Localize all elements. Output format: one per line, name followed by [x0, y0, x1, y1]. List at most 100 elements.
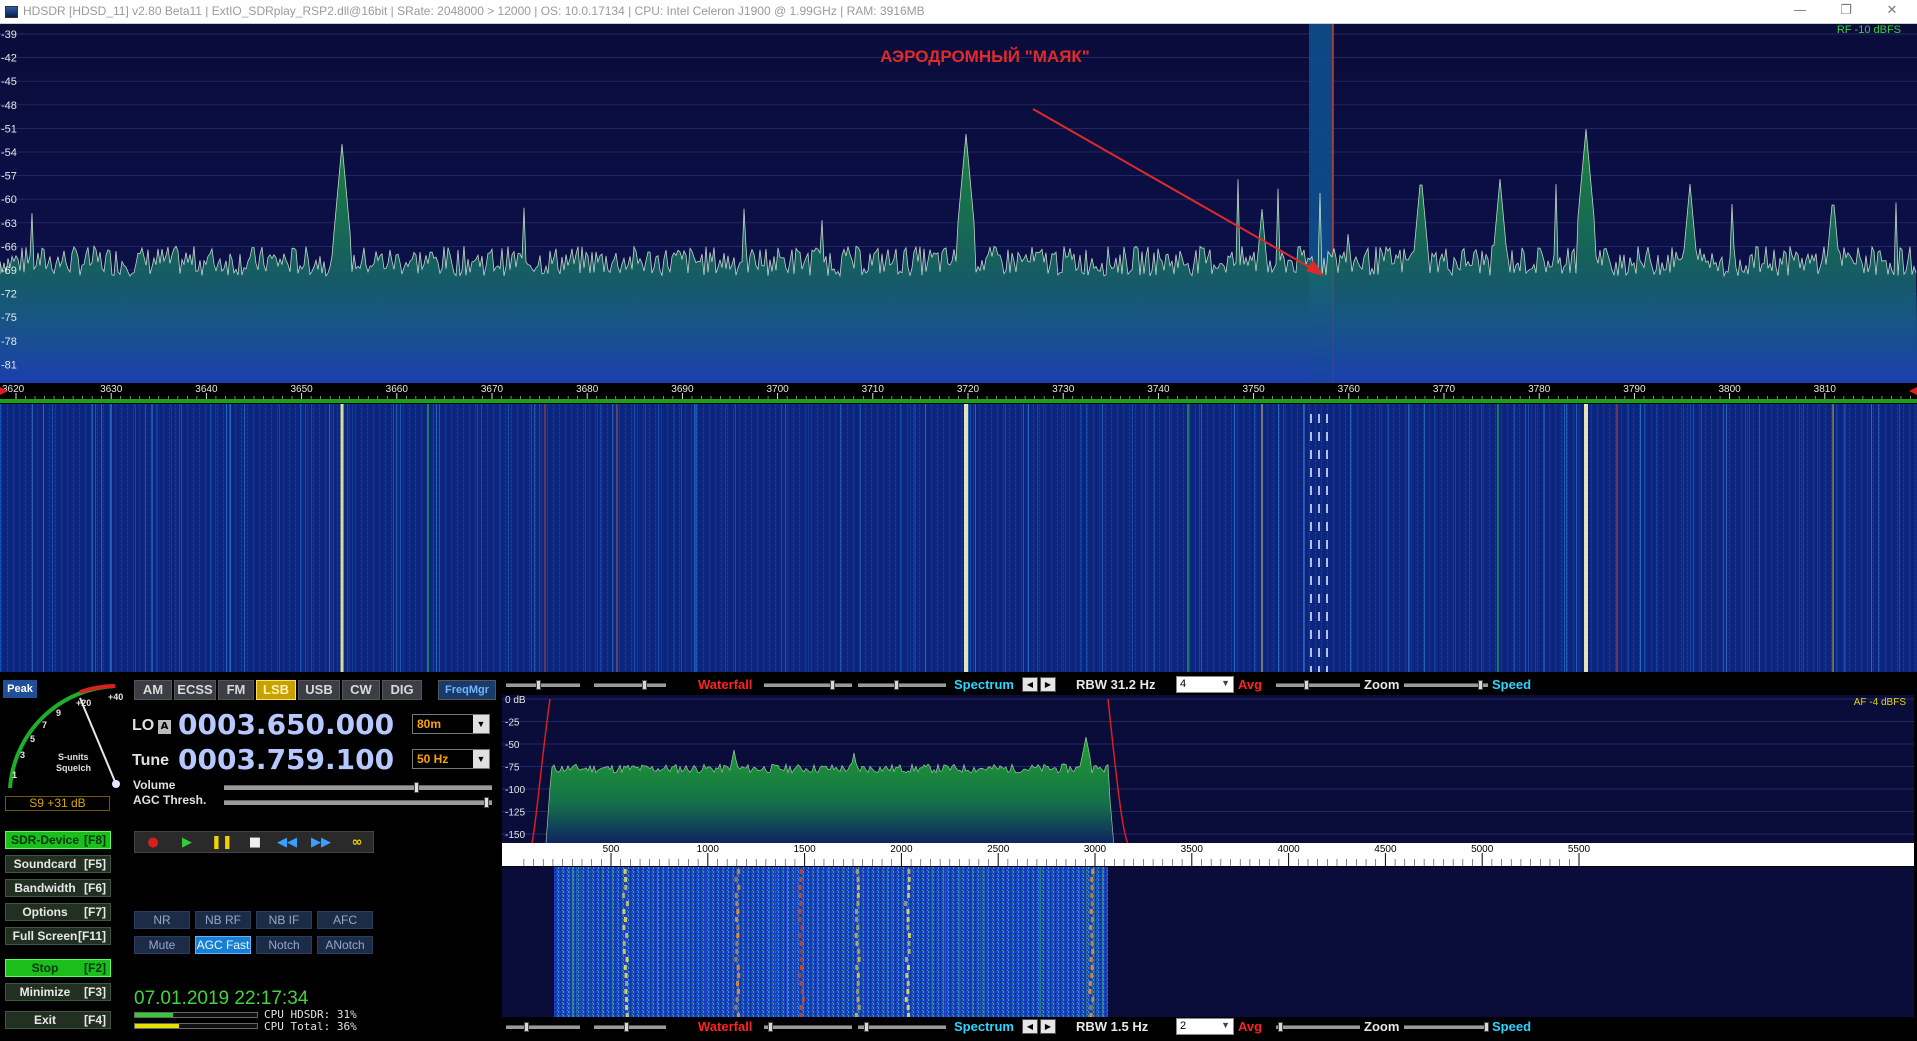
zoom-label: Zoom — [1364, 1019, 1400, 1034]
arrow-right-icon[interactable]: ▶ — [1040, 677, 1056, 692]
sdr-device-button[interactable]: SDR-Device [F8] — [5, 831, 111, 849]
rf-waterfall-contrast-slider[interactable] — [506, 680, 580, 690]
volume-slider-knob[interactable] — [414, 782, 419, 793]
rf-db-label: -81 — [1, 359, 17, 371]
left-control-panel: 1 3 5 7 9 +20 +40 S-units Squelch Peak S9 +31 … — [0, 676, 500, 1041]
minimize-app-button[interactable]: Minimize [F3] — [5, 983, 111, 1001]
slider-knob[interactable] — [830, 680, 835, 690]
rf-frequency-scale[interactable]: 3620 3630 3640 3650 3660 3670 3680 3690 3700 3710… — [0, 383, 1917, 404]
minimize-button[interactable]: — — [1777, 0, 1823, 24]
slider-knob[interactable] — [1478, 680, 1483, 690]
rf-waterfall[interactable] — [0, 404, 1917, 675]
bandwidth-button[interactable]: Bandwidth [F6] — [5, 879, 111, 897]
slider-knob[interactable] — [1484, 1022, 1489, 1032]
stop-icon[interactable]: ■ — [245, 834, 265, 851]
restore-button[interactable]: ❐ — [1823, 0, 1869, 24]
zoom-slider[interactable] — [1404, 680, 1488, 690]
lo-a-badge[interactable]: A — [158, 720, 171, 734]
freq-manager-button[interactable]: FreqMgr — [438, 680, 496, 700]
slider-knob[interactable] — [642, 680, 647, 690]
slider-knob[interactable] — [864, 1022, 869, 1032]
rf-spectrum-panel[interactable]: -39 -42 -45 -48 -51 -54 -57 -60 -63 -66 -69 -72 -75 -… — [0, 24, 1917, 384]
afc-button[interactable]: AFC — [317, 911, 373, 929]
mode-am-button[interactable]: AM — [134, 680, 172, 700]
rf-waterfall-brightness-slider[interactable] — [594, 680, 666, 690]
arrow-right-icon[interactable]: ▶ — [1040, 1019, 1056, 1034]
rf-spectrum-contrast-slider[interactable] — [764, 680, 852, 690]
freq-tick-label: 3670 — [481, 384, 504, 395]
af-db-label: -100 — [505, 785, 525, 796]
mode-ecss-button[interactable]: ECSS — [174, 680, 216, 700]
tune-step-select[interactable]: 50 Hz ▼ — [412, 749, 490, 769]
tune-frequency[interactable]: 0003.759.100 — [178, 743, 394, 776]
mute-button[interactable]: Mute — [134, 936, 190, 954]
slider-knob[interactable] — [524, 1022, 529, 1032]
slider-knob[interactable] — [1304, 680, 1309, 690]
agc-threshold-knob[interactable] — [484, 797, 489, 808]
freq-tick-label: 3700 — [766, 384, 789, 395]
arrow-left-icon[interactable]: ◀ — [1022, 677, 1038, 692]
soundcard-button[interactable]: Soundcard [F5] — [5, 855, 111, 873]
rbw-average-select[interactable]: 4 ▼ — [1176, 676, 1234, 693]
slider-knob[interactable] — [894, 680, 899, 690]
af-spectrum-plot[interactable]: 0 dB -25 -50 -75 -100 -125 -150 AF -4 dBFS 500… — [502, 695, 1914, 866]
recorder-transport: ● ▶ ❚❚ ■ ◀◀ ▶▶ ∞ — [134, 831, 374, 853]
record-icon[interactable]: ● — [143, 834, 163, 851]
fast-forward-icon[interactable]: ▶▶ — [311, 834, 331, 851]
arrow-left-icon[interactable]: ◀ — [1022, 1019, 1038, 1034]
band-select[interactable]: 80m ▼ — [412, 714, 490, 734]
close-button[interactable]: ✕ — [1869, 0, 1915, 24]
rf-spectrum-plot[interactable]: -39 -42 -45 -48 -51 -54 -57 -60 -63 -66 -69 -72 -75 -… — [0, 24, 1917, 384]
slider-knob[interactable] — [1278, 1022, 1283, 1032]
title-bar: HDSDR [HDSD_11] v2.80 Beta11 | ExtIO_SDR… — [0, 0, 1917, 24]
mode-dig-button[interactable]: DIG — [382, 680, 422, 700]
anotch-button[interactable]: ANotch — [317, 936, 373, 954]
mode-usb-button[interactable]: USB — [298, 680, 340, 700]
pause-icon[interactable]: ❚❚ — [211, 834, 233, 851]
rewind-icon[interactable]: ◀◀ — [277, 834, 297, 851]
mode-fm-button[interactable]: FM — [218, 680, 254, 700]
agc-threshold-slider[interactable] — [224, 797, 492, 808]
nb-rf-button[interactable]: NB RF — [195, 911, 251, 929]
af-spectrum-panel[interactable]: 0 dB -25 -50 -75 -100 -125 -150 AF -4 dBFS 500… — [502, 695, 1914, 866]
volume-slider[interactable] — [224, 782, 492, 793]
avg-slider[interactable] — [1276, 680, 1360, 690]
rf-spectrum-brightness-slider[interactable] — [858, 680, 946, 690]
slider-knob[interactable] — [624, 1022, 629, 1032]
avg-slider[interactable] — [1276, 1022, 1360, 1032]
mode-cw-button[interactable]: CW — [342, 680, 380, 700]
loop-icon[interactable]: ∞ — [343, 834, 371, 851]
slider-knob[interactable] — [536, 680, 541, 690]
slider-knob[interactable] — [768, 1022, 773, 1032]
stop-button[interactable]: Stop [F2] — [5, 959, 111, 977]
notch-button[interactable]: Notch — [256, 936, 312, 954]
af-waterfall-brightness-slider[interactable] — [594, 1022, 666, 1032]
play-icon[interactable]: ▶ — [177, 834, 197, 851]
af-db-label: -75 — [505, 763, 520, 774]
mode-lsb-button[interactable]: LSB — [256, 680, 296, 700]
af-display-controls: Waterfall Spectrum ◀ ▶ RBW 1.5 Hz 2 ▼ Avg… — [502, 1018, 1914, 1036]
options-button[interactable]: Options [F7] — [5, 903, 111, 921]
af-waterfall-contrast-slider[interactable] — [506, 1022, 580, 1032]
rf-db-label: -42 — [1, 53, 17, 65]
squelch-caption: Squelch — [56, 763, 91, 773]
full-screen-button[interactable]: Full Screen [F11] — [5, 927, 111, 945]
cpu-hdsdr-fill — [135, 1013, 173, 1017]
exit-button[interactable]: Exit [F4] — [5, 1011, 111, 1029]
rf-db-label: -60 — [1, 194, 17, 206]
lo-frequency[interactable]: 0003.650.000 — [178, 708, 394, 741]
rf-db-label: -57 — [1, 171, 17, 183]
s-meter-tick: 9 — [56, 708, 61, 718]
exit-label: Exit — [33, 1013, 56, 1027]
nb-if-button[interactable]: NB IF — [256, 911, 312, 929]
zoom-slider[interactable] — [1404, 1022, 1489, 1032]
af-spectrum-brightness-slider[interactable] — [858, 1022, 946, 1032]
chevron-down-icon: ▼ — [473, 715, 489, 733]
peak-button[interactable]: Peak — [3, 680, 37, 698]
af-waterfall[interactable] — [502, 867, 1914, 1018]
rbw-average-select[interactable]: 2 ▼ — [1176, 1018, 1234, 1035]
s-meter-pivot — [112, 780, 120, 788]
agc-fast-button[interactable]: AGC Fast — [195, 936, 251, 954]
af-spectrum-contrast-slider[interactable] — [764, 1022, 852, 1032]
nr-button[interactable]: NR — [134, 911, 190, 929]
